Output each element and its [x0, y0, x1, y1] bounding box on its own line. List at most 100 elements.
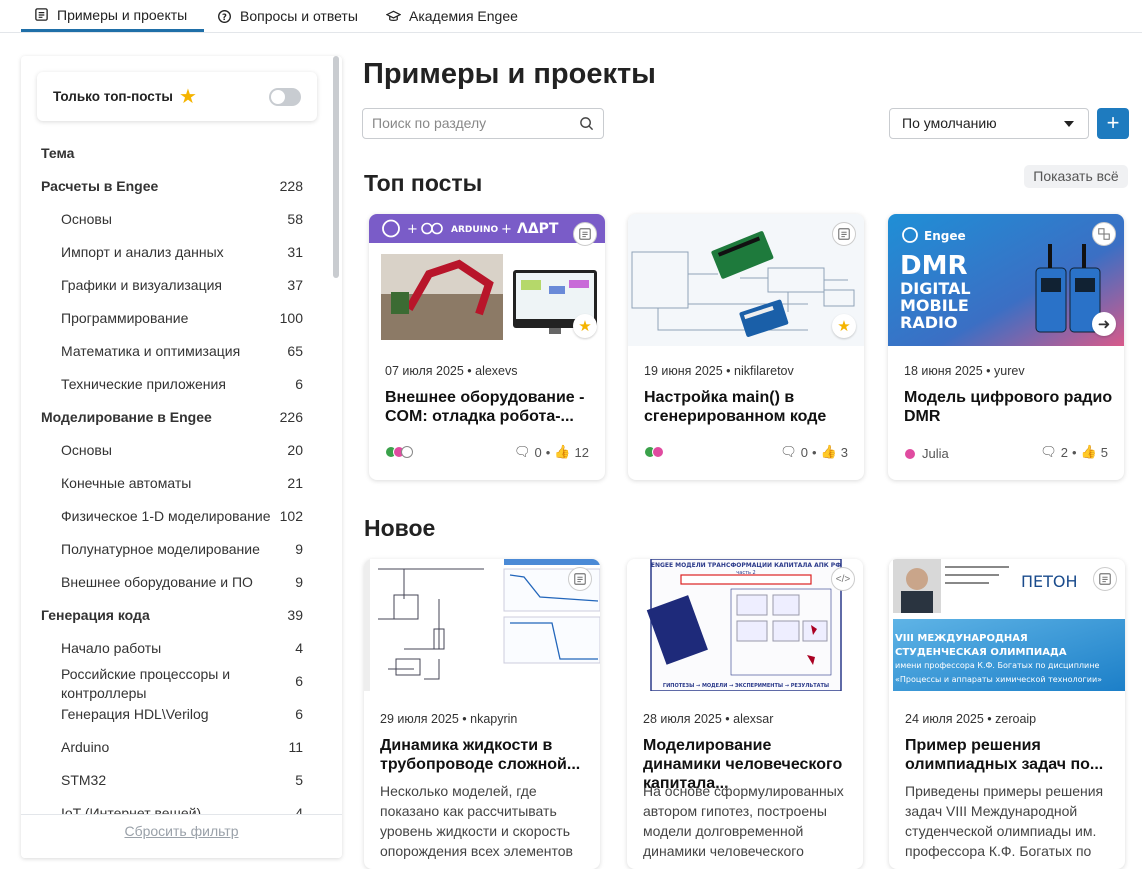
post-card[interactable]: ПЕТОН VIII МЕЖДУНАРОДНАЯ СТУДЕНЧЕСКАЯ ОЛ… [889, 559, 1125, 869]
poster-footer: ГИПОТЕЗЫ → МОДЕЛИ → ЭКСПЕРИМЕНТЫ → РЕЗУЛ… [663, 683, 829, 689]
post-date-author: 24 июля 2025 • zeroaip [905, 712, 1037, 726]
category-label: Генерация HDL\Verilog [61, 706, 209, 722]
post-date-author: 19 июня 2025 • nikfilaretov [644, 364, 794, 378]
post-thumbnail: + ARDUINO + ΛΔΡΤ ★ [369, 214, 605, 346]
category-label: Программирование [61, 310, 189, 326]
tab-label: Примеры и проекты [57, 6, 188, 23]
add-post-button[interactable]: + [1097, 108, 1129, 139]
svg-text:?: ? [222, 11, 227, 21]
category-label: Внешнее оборудование и ПО [61, 574, 253, 590]
category-label: Математика и оптимизация [61, 343, 241, 359]
category-label: Конечные автоматы [61, 475, 192, 491]
post-stats: 🗨 0 • 👍 12 [514, 444, 589, 460]
category-label: Расчеты в Engee [41, 178, 159, 194]
category-count: 37 [287, 277, 303, 293]
post-stats: 🗨 2 • 👍 5 [1040, 444, 1108, 460]
code-type-icon: </> [831, 567, 855, 591]
post-card[interactable]: ★ 19 июня 2025 • nikfilaretov Настройка … [628, 214, 864, 480]
top-posts-toggle[interactable] [269, 88, 301, 106]
avatar [652, 446, 664, 458]
category-count: 102 [279, 508, 303, 524]
post-title[interactable]: Динамика жидкости в трубопроводе сложной… [380, 736, 590, 774]
poster-heading: ENGEE МОДЕЛИ ТРАНСФОРМАЦИИ КАПИТАЛА АПК … [651, 562, 841, 569]
category-label: Физическое 1-D моделирование [61, 508, 271, 524]
like-count: 3 [840, 444, 848, 460]
like-icon: 👍 [554, 444, 571, 459]
participant-avatars [385, 446, 413, 458]
category-label: Основы [61, 211, 112, 227]
chevron-down-icon [1064, 121, 1074, 127]
category-count: 9 [295, 541, 303, 557]
question-circle-icon: ? [218, 9, 231, 23]
like-count: 5 [1100, 444, 1108, 460]
category-count: 58 [287, 211, 303, 227]
category-label: Полунатурное моделирование [61, 541, 260, 557]
category-label: Начало работы [61, 640, 162, 656]
comment-count: 0 [800, 444, 809, 460]
post-date-author: 28 июля 2025 • alexsar [643, 712, 774, 726]
post-stats: 🗨 0 • 👍 3 [780, 444, 848, 460]
like-icon: 👍 [820, 444, 837, 459]
top-star-icon: ★ [832, 314, 856, 338]
post-card[interactable]: 29 июля 2025 • nkapyrin Динамика жидкост… [364, 559, 600, 869]
banner-text: ΛΔΡΤ [517, 221, 559, 237]
post-title[interactable]: Настройка main() в сгенерированном коде [644, 388, 854, 426]
new-posts-heading: Новое [364, 515, 436, 541]
show-all-button[interactable]: Показать всё [1024, 165, 1128, 188]
post-thumbnail: ENGEE МОДЕЛИ ТРАНСФОРМАЦИИ КАПИТАЛА АПК … [627, 559, 863, 691]
comment-count: 0 [534, 444, 542, 460]
category-label: Моделирование в Engee [41, 409, 212, 425]
banner-line: VIII МЕЖДУНАРОДНАЯ [895, 633, 1028, 644]
category-count: 4 [295, 640, 303, 656]
tab-academy[interactable]: Академия Engee [386, 0, 518, 32]
category-count: 228 [279, 178, 303, 194]
post-date-author: 29 июля 2025 • nkapyrin [380, 712, 518, 726]
sidebar-scrollbar[interactable] [333, 56, 339, 278]
post-card[interactable]: + ARDUINO + ΛΔΡΤ ★ 07 июля 2025 • alexev… [369, 214, 605, 480]
reset-filter-link[interactable]: Сбросить фильтр [21, 814, 342, 858]
svg-text:+: + [501, 222, 512, 237]
top-posts-filter: Только топ-посты ★ [37, 72, 317, 121]
participant-avatars [644, 446, 664, 458]
filter-sidebar: Только топ-посты ★ Тема Расчеты в Engee 2… [21, 56, 342, 858]
article-type-icon [832, 222, 856, 246]
banner-text: ARDUINO [451, 225, 499, 235]
comment-icon: 🗨 [1040, 444, 1057, 459]
category-count: 6 [295, 706, 303, 722]
search-input[interactable]: Поиск по разделу [362, 108, 604, 139]
category-count: 9 [295, 574, 303, 590]
category-count: 226 [279, 409, 303, 425]
post-card[interactable]: ENGEE МОДЕЛИ ТРАНСФОРМАЦИИ КАПИТАЛА АПК … [627, 559, 863, 869]
post-title[interactable]: Модель цифрового радио DMR [904, 388, 1114, 426]
diagram-type-icon [1092, 222, 1116, 246]
like-count: 12 [574, 444, 589, 460]
top-posts-heading: Топ посты [364, 170, 483, 196]
banner-line: RADIO [900, 313, 958, 332]
post-description: Несколько моделей, где показано как расс… [380, 783, 573, 859]
category-count: 65 [287, 343, 303, 359]
page-title: Примеры и проекты [363, 58, 656, 90]
category-count: 20 [287, 442, 303, 458]
arrow-right-icon: ➜ [1092, 312, 1116, 336]
author-info: Julia [904, 446, 949, 461]
search-placeholder: Поиск по разделу [372, 115, 487, 131]
sort-value: По умолчанию [902, 115, 997, 131]
post-title[interactable]: Внешнее оборудование - COM: отладка робо… [385, 388, 595, 426]
category-count: 5 [295, 772, 303, 788]
post-thumbnail: ★ [628, 214, 864, 346]
post-description: На основе сформулированных автором гипот… [643, 783, 844, 859]
category-count: 6 [295, 673, 303, 689]
top-posts-label: Только топ-посты [53, 89, 173, 104]
post-title[interactable]: Пример решения олимпиадных задач по... [905, 736, 1115, 774]
banner-line: «Процессы и аппараты химической технолог… [895, 675, 1102, 684]
top-star-icon: ★ [573, 314, 597, 338]
article-type-icon [573, 222, 597, 246]
post-card[interactable]: Engee DMR DIGITAL MOBILE RADIO ➜ 18 июня… [888, 214, 1124, 480]
tab-examples-projects[interactable]: Примеры и проекты [21, 0, 204, 32]
category-count: 6 [295, 376, 303, 392]
tab-questions-answers[interactable]: ? Вопросы и ответы [217, 0, 358, 32]
category-label: Генерация кода [41, 607, 150, 623]
sort-select[interactable]: По умолчанию [889, 108, 1089, 139]
banner-line: имени профессора К.Ф. Богатых по дисципл… [895, 661, 1099, 670]
category-label: Arduino [61, 739, 110, 755]
